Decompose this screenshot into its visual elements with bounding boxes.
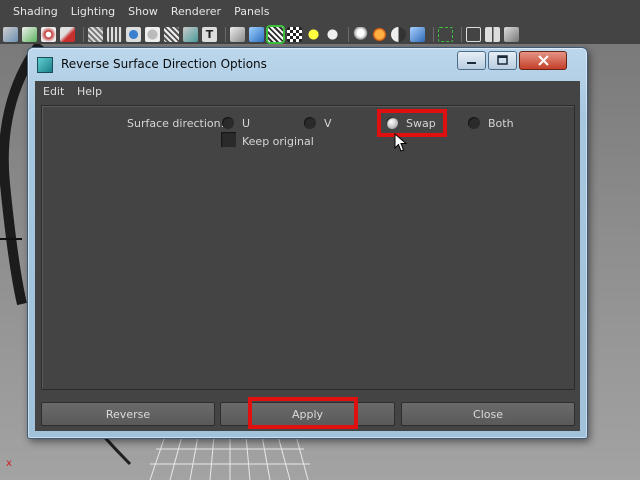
multi-sample-icon[interactable] — [410, 26, 425, 42]
smooth-shade-icon[interactable]: T — [202, 26, 217, 42]
radio-v-label[interactable]: V — [324, 117, 332, 130]
tools-icon[interactable] — [504, 26, 519, 42]
maximize-icon — [497, 55, 508, 65]
dialog-titlebar[interactable]: Reverse Surface Direction Options — [28, 48, 587, 80]
dialog-menubar: Edit Help — [35, 81, 580, 101]
light-icon[interactable] — [372, 26, 387, 42]
default-material-icon[interactable] — [230, 26, 245, 42]
minimize-icon — [467, 62, 476, 64]
layout-icon[interactable] — [485, 26, 500, 42]
mouse-cursor-icon — [394, 133, 408, 152]
close-icon — [537, 55, 549, 66]
radio-both-label[interactable]: Both — [488, 117, 514, 130]
grid-icon[interactable] — [88, 26, 103, 42]
shadows-icon[interactable] — [287, 26, 302, 42]
menu-help[interactable]: Help — [77, 85, 102, 98]
menu-renderer[interactable]: Renderer — [165, 0, 227, 24]
keep-original-label[interactable]: Keep original — [242, 135, 314, 148]
menu-edit[interactable]: Edit — [43, 85, 64, 98]
wireframe-icon[interactable] — [183, 26, 198, 42]
radio-u[interactable] — [222, 117, 234, 129]
dialog-client-area: Edit Help Surface direction: U V Swap Bo… — [35, 81, 580, 431]
shading-toggle-icon[interactable] — [391, 26, 406, 42]
swap-highlight-box — [377, 109, 447, 137]
options-panel: Surface direction: U V Swap Both Keep or… — [41, 105, 575, 390]
cube-icon[interactable] — [466, 26, 481, 42]
image-plane-icon[interactable] — [60, 26, 75, 42]
close-window-button[interactable] — [519, 51, 567, 70]
select-region-icon[interactable] — [438, 26, 453, 42]
use-lights-icon[interactable] — [268, 26, 283, 42]
radio-u-label[interactable]: U — [242, 117, 250, 130]
maximize-button[interactable] — [488, 51, 517, 70]
resolution-gate-icon[interactable] — [126, 26, 141, 42]
dialog-title: Reverse Surface Direction Options — [61, 57, 267, 71]
surface-direction-label: Surface direction: — [127, 117, 225, 130]
highlight-icon[interactable] — [353, 26, 368, 42]
radio-v[interactable] — [304, 117, 316, 129]
radio-both[interactable] — [468, 117, 480, 129]
toolbar-separator — [461, 26, 462, 42]
toolbar-separator — [225, 26, 226, 42]
xray-icon[interactable] — [306, 26, 321, 42]
keep-original-checkbox[interactable] — [221, 132, 236, 147]
camera-attributes-icon[interactable] — [22, 26, 37, 42]
toolbar-separator — [348, 26, 349, 42]
camera-select-icon[interactable] — [3, 26, 18, 42]
apply-highlight-box — [248, 397, 358, 429]
toolbar-separator — [83, 26, 84, 42]
film-gate-icon[interactable] — [107, 26, 122, 42]
safe-action-icon[interactable] — [145, 26, 160, 42]
textured-icon[interactable] — [249, 26, 264, 42]
toolbar-separator — [433, 26, 434, 42]
menu-panels[interactable]: Panels — [228, 0, 275, 24]
app-icon — [37, 57, 53, 73]
menu-show[interactable]: Show — [122, 0, 164, 24]
field-chart-icon[interactable] — [164, 26, 179, 42]
minimize-button[interactable] — [457, 51, 486, 70]
close-button[interactable]: Close — [401, 402, 575, 426]
isolate-select-icon[interactable] — [325, 26, 340, 42]
reverse-button[interactable]: Reverse — [41, 402, 215, 426]
viewport-toolbar: T — [0, 24, 640, 44]
bookmark-icon[interactable] — [41, 26, 56, 42]
reverse-surface-direction-dialog: Reverse Surface Direction Options Edit H… — [27, 47, 588, 439]
menu-shading[interactable]: Shading — [7, 0, 64, 24]
axis-label: x — [6, 458, 12, 469]
menu-lighting[interactable]: Lighting — [65, 0, 121, 24]
app-menubar: Shading Lighting Show Renderer Panels — [0, 0, 640, 24]
